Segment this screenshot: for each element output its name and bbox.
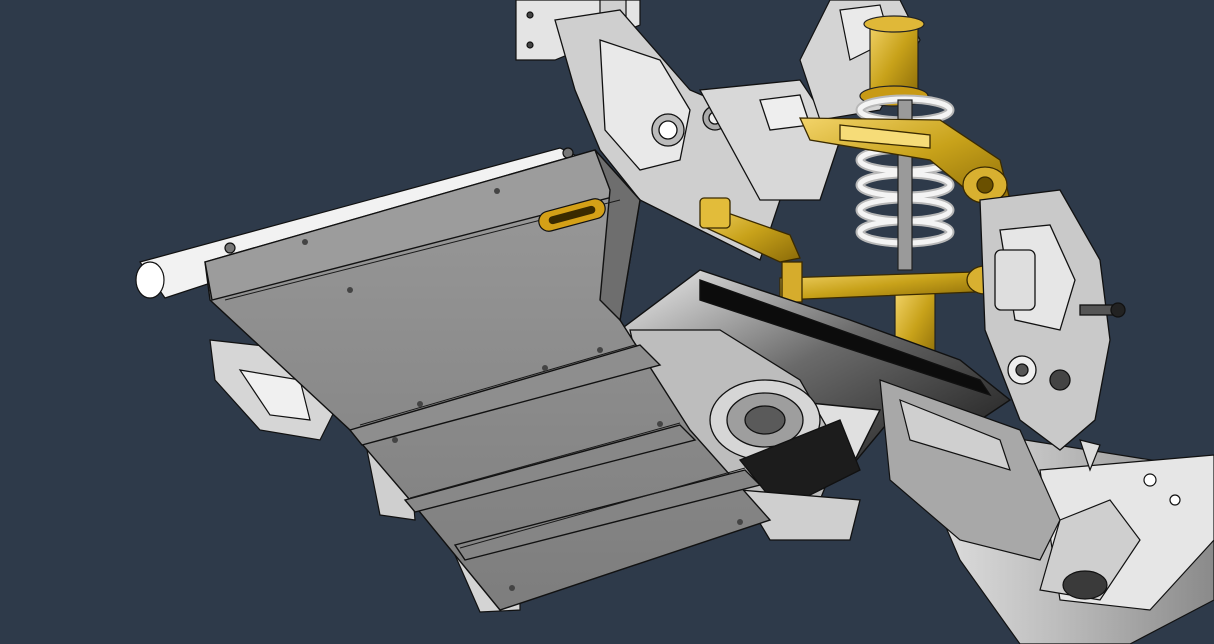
cad-render <box>0 0 1214 644</box>
cad-viewport[interactable] <box>0 0 1214 644</box>
